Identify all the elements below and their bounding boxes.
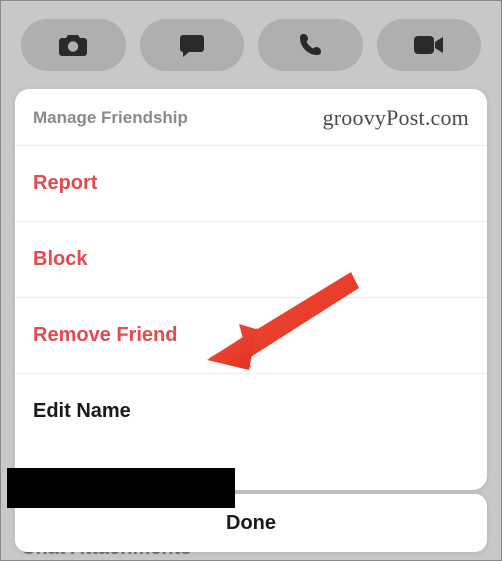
sheet-title: Manage Friendship: [33, 108, 188, 128]
done-label: Done: [226, 512, 276, 535]
menu-item-report[interactable]: Report: [15, 146, 487, 221]
menu-item-label: Report: [33, 172, 97, 194]
menu-item-remove-friend[interactable]: Remove Friend: [15, 298, 487, 373]
watermark: groovyPost.com: [323, 105, 469, 131]
video-button[interactable]: [377, 19, 482, 71]
menu-item-edit-name[interactable]: Edit Name: [15, 374, 487, 449]
phone-icon: [297, 32, 323, 58]
redaction-bar: [7, 468, 235, 508]
chat-icon: [179, 32, 205, 58]
phone-button[interactable]: [258, 19, 363, 71]
sheet-header: Manage Friendship groovyPost.com: [15, 89, 487, 145]
icon-toolbar: [1, 1, 501, 85]
camera-button[interactable]: [21, 19, 126, 71]
manage-friendship-sheet: Manage Friendship groovyPost.com Report …: [15, 89, 487, 490]
chat-button[interactable]: [140, 19, 245, 71]
menu-item-label: Edit Name: [33, 400, 131, 422]
menu-item-label: Remove Friend: [33, 324, 177, 346]
menu-item-label: Block: [33, 248, 87, 270]
camera-icon: [58, 32, 88, 58]
video-icon: [413, 34, 445, 56]
menu-item-block[interactable]: Block: [15, 222, 487, 297]
